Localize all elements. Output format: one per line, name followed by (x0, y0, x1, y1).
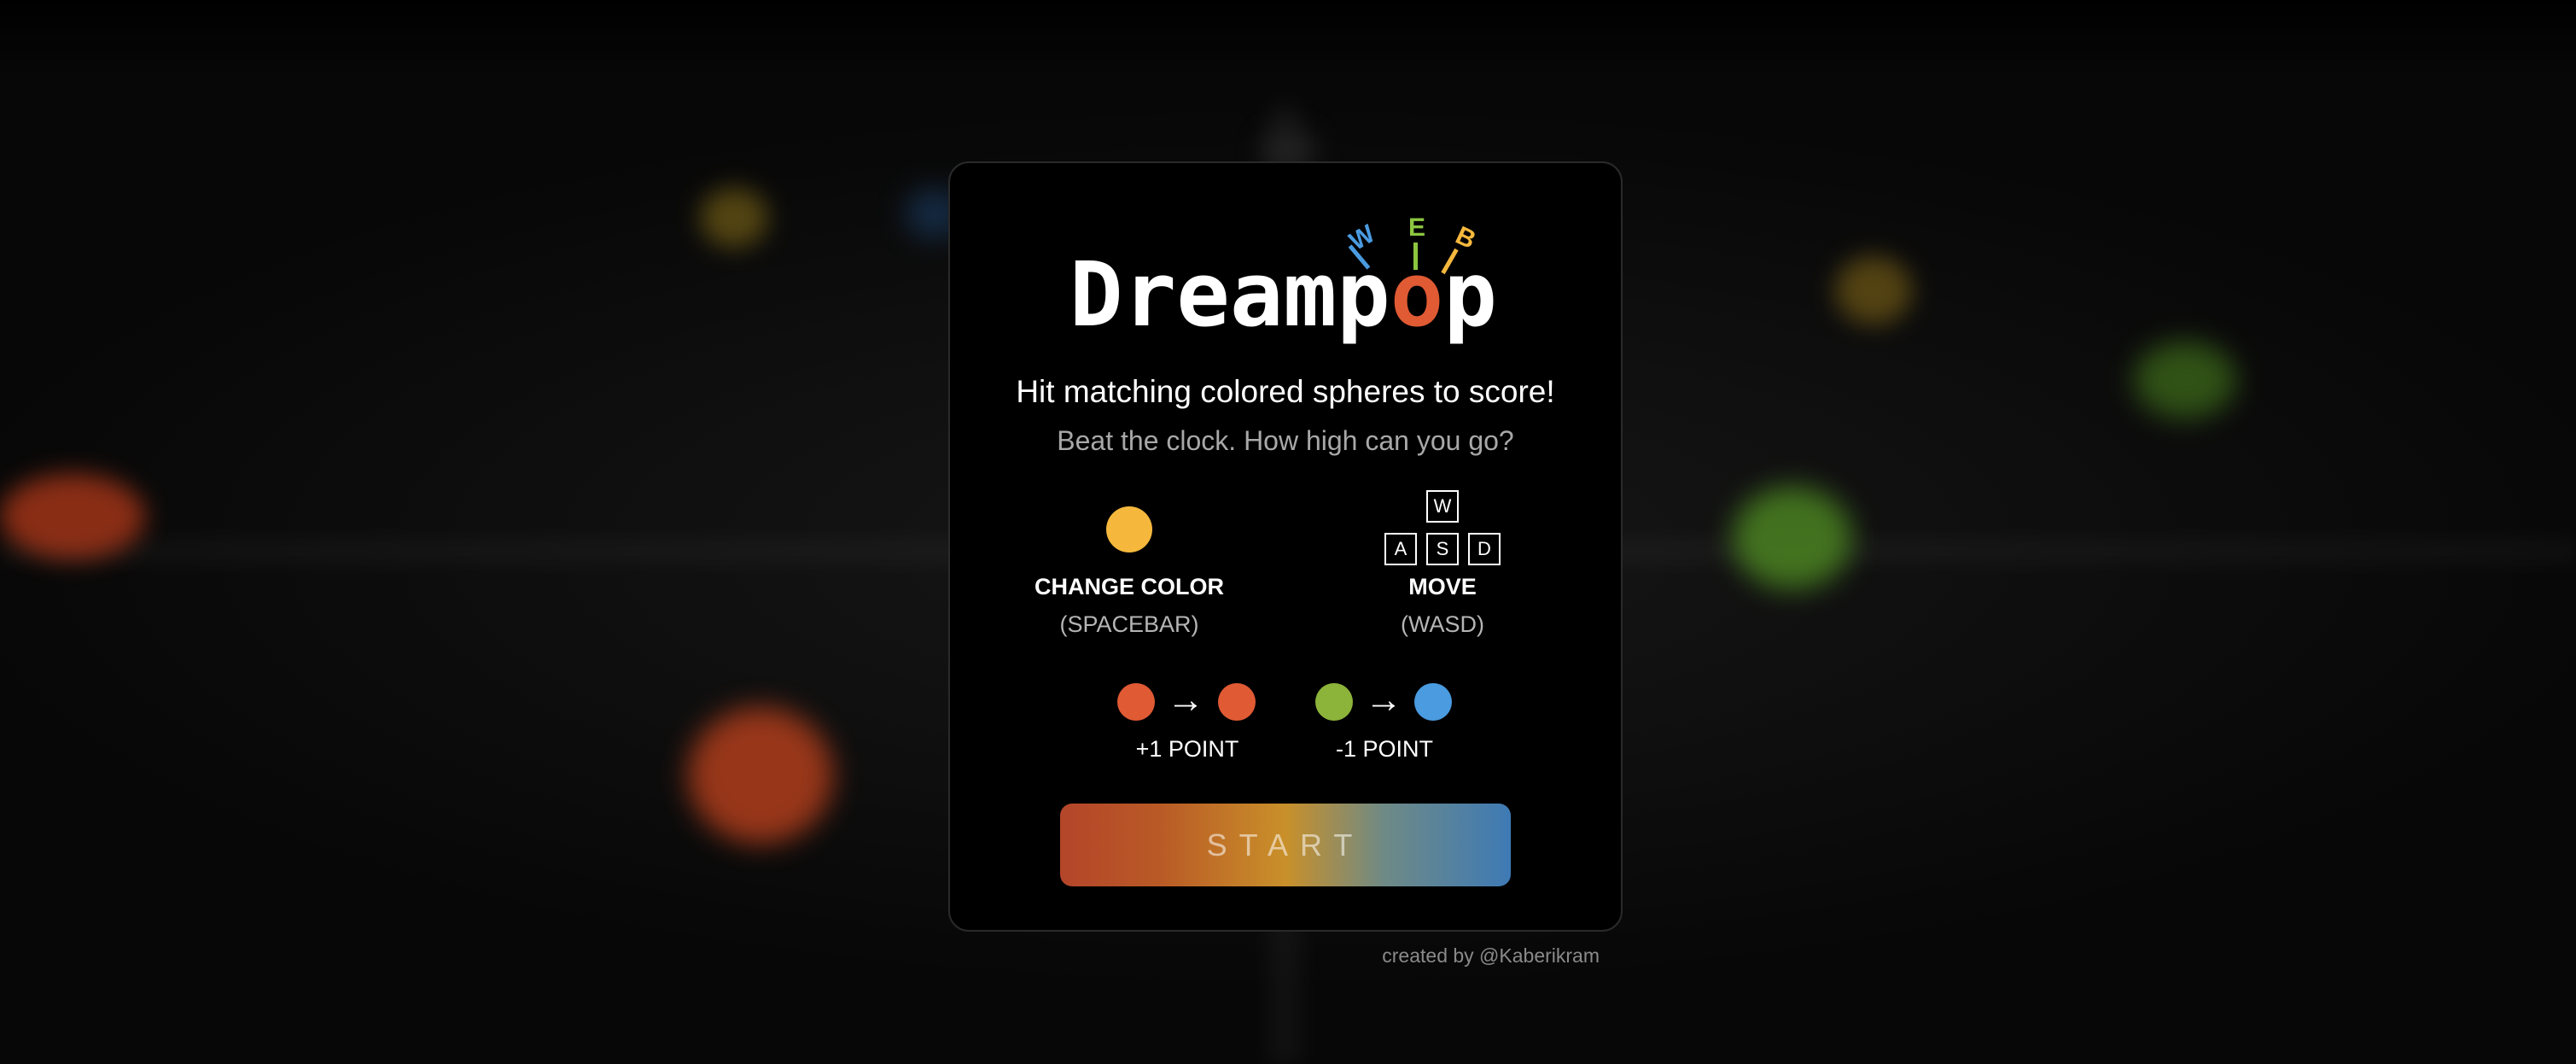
blurred-orb-red (0, 474, 145, 559)
weird-letter-e: E (1408, 213, 1426, 242)
weird-letters: W E B (1332, 212, 1485, 289)
credit-link[interactable]: created by @Kaberikram (1332, 944, 1600, 968)
move-key-hint: (WASD) (1401, 611, 1484, 637)
color-sphere-icon (1106, 506, 1152, 552)
key-d-icon: D (1468, 533, 1501, 565)
blurred-orb-green (1733, 487, 1852, 589)
blurred-orb-green (2134, 342, 2236, 418)
start-button[interactable]: START (1060, 804, 1511, 886)
match-arrow-icon: → (1167, 679, 1204, 721)
mismatch-arrow-icon: → (1365, 679, 1402, 721)
weird-letter-i (1413, 243, 1418, 270)
key-a-icon: A (1384, 533, 1417, 565)
change-color-key-hint: (SPACEBAR) (1059, 611, 1199, 637)
blurred-orb-yellow (700, 188, 768, 248)
weird-stroke-yellow (1441, 248, 1459, 275)
match-to-sphere-icon (1218, 683, 1256, 721)
game-subline: Beat the clock. How high can you go? (1057, 425, 1514, 456)
blurred-orb-yellow (1835, 256, 1912, 324)
match-points-label: +1 POINT (1135, 736, 1239, 762)
blurred-orb-red (688, 707, 833, 844)
weird-letter-w: W (1344, 219, 1380, 256)
key-s-icon: S (1426, 533, 1459, 565)
mismatch-points-label: -1 POINT (1335, 736, 1433, 762)
change-color-title: CHANGE COLOR (1034, 574, 1224, 599)
move-title: MOVE (1408, 574, 1477, 599)
mismatch-to-sphere-icon (1414, 683, 1452, 721)
mismatch-from-sphere-icon (1315, 683, 1353, 721)
match-from-sphere-icon (1117, 683, 1155, 721)
key-w-icon: W (1426, 490, 1459, 523)
game-tagline: Hit matching colored spheres to score! (1016, 374, 1555, 409)
